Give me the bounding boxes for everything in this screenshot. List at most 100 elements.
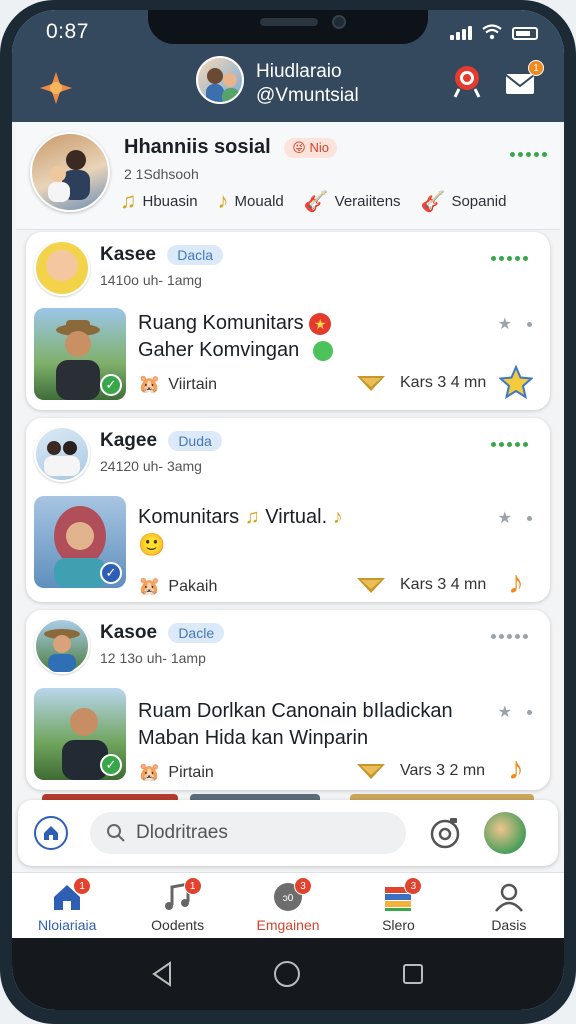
music-button[interactable]: ♪ bbox=[498, 564, 534, 600]
tab-home[interactable]: 1 Nloiariaia bbox=[12, 873, 122, 938]
post-text-line1b: Virtual. bbox=[265, 506, 328, 528]
post-image[interactable]: ✓ bbox=[34, 496, 126, 588]
status-time: 0:87 bbox=[46, 20, 89, 43]
post-footer-time: Kars 3 4 mn bbox=[400, 576, 487, 593]
profile-summary[interactable]: Hhanniis sosial 😜 Nio 2 1Sdhsooh ♫ Hbuas… bbox=[16, 122, 560, 230]
favorite-icon[interactable]: ★ bbox=[498, 314, 512, 334]
music-button[interactable]: ♪ bbox=[498, 750, 534, 786]
gold-chevron-icon bbox=[357, 578, 385, 593]
post-more-icon[interactable] bbox=[491, 634, 528, 639]
tab-label: Slero bbox=[382, 917, 415, 933]
recents-icon[interactable] bbox=[401, 962, 425, 986]
messages-button[interactable]: 1 bbox=[502, 60, 544, 102]
chip-label: Mouald bbox=[234, 192, 284, 210]
post-more-icon[interactable] bbox=[491, 442, 528, 447]
chip-guitar-2[interactable]: 🎸 Sopanid bbox=[421, 188, 507, 214]
music-notes-icon: 1 bbox=[162, 877, 202, 913]
header-title: Hiudlaraio @Vmuntsial bbox=[256, 60, 359, 108]
phone-frame: 0:87 Hiudlaraio @Vmuntsial 1 Hhanniis so… bbox=[0, 0, 576, 1024]
chat-bubble-icon: ↄ0 3 bbox=[272, 877, 313, 913]
app-logo-icon[interactable] bbox=[38, 70, 74, 106]
post-author[interactable]: Kagee Duda bbox=[100, 430, 222, 452]
post-more-icon[interactable] bbox=[491, 256, 528, 261]
emoji-icon: 😜 bbox=[292, 139, 306, 155]
tab-profile[interactable]: Dasis bbox=[454, 873, 564, 938]
post-avatar[interactable] bbox=[34, 240, 90, 296]
bear-icon: 🐹 bbox=[138, 762, 161, 782]
search-input[interactable]: Dlodritraes bbox=[90, 812, 406, 854]
green-chat-icon bbox=[312, 340, 333, 361]
header-handle: @Vmuntsial bbox=[256, 85, 359, 106]
options-dot-icon[interactable] bbox=[527, 516, 532, 521]
profile-avatar[interactable] bbox=[30, 132, 110, 212]
post-tag: Duda bbox=[168, 430, 222, 451]
camera-icon[interactable] bbox=[428, 816, 462, 850]
post-tag: Dacla bbox=[167, 244, 224, 265]
profile-more-icon[interactable] bbox=[510, 152, 547, 157]
post-text-line1: Ruang Komunitars bbox=[138, 312, 304, 334]
chip-music-1[interactable]: ♫ Hbuasin bbox=[120, 188, 198, 214]
music-note-icon: ♪ bbox=[508, 563, 524, 600]
screen: 0:87 Hiudlaraio @Vmuntsial 1 Hhanniis so… bbox=[12, 10, 564, 1010]
verified-check-icon: ✓ bbox=[100, 374, 122, 396]
header-avatar[interactable] bbox=[196, 56, 244, 104]
profile-tag-text: Nio bbox=[309, 139, 329, 155]
favorite-icon[interactable]: ★ bbox=[498, 508, 512, 528]
smiley-icon: 🙂 bbox=[138, 532, 166, 557]
chip-music-2[interactable]: ♪ Mouald bbox=[218, 188, 284, 214]
post-footer-time: Kars 3 4 mn bbox=[400, 374, 487, 391]
post-card[interactable]: Kasee Dacla 1410o uh- 1amg ✓ Ruang Komun… bbox=[26, 232, 550, 410]
guitar-icon: 🎸 bbox=[420, 190, 446, 213]
verified-check-icon: ✓ bbox=[100, 562, 122, 584]
star-button[interactable] bbox=[498, 364, 534, 400]
gold-chevron-icon bbox=[357, 376, 385, 391]
post-footer-mid: Vars 3 2 mn bbox=[356, 762, 485, 780]
bear-icon: 🐹 bbox=[138, 576, 161, 596]
post-image[interactable]: ✓ bbox=[34, 308, 126, 400]
tab-label: Nloiariaia bbox=[38, 917, 97, 933]
profile-subtitle: 2 1Sdhsooh bbox=[124, 166, 199, 182]
location-pin-icon bbox=[453, 66, 481, 98]
post-avatar[interactable] bbox=[34, 618, 90, 674]
location-button[interactable] bbox=[448, 62, 486, 100]
options-dot-icon[interactable] bbox=[527, 322, 532, 327]
post-footer-left: 🐹 Pakaih bbox=[138, 576, 217, 597]
post-text: Ruam Dorlkan Canonain bIladickan Maban H… bbox=[138, 698, 453, 752]
tab-label: Dasis bbox=[491, 917, 527, 933]
profile-name-text: Hhanniis sosial bbox=[124, 136, 271, 158]
home-icon bbox=[44, 826, 58, 840]
home-circle-icon[interactable] bbox=[272, 959, 302, 989]
mail-badge: 1 bbox=[528, 60, 544, 76]
tab-events[interactable]: 1 Oodents bbox=[122, 873, 232, 938]
red-star-badge-icon: ★ bbox=[309, 312, 332, 335]
verified-check-icon: ✓ bbox=[100, 754, 122, 776]
post-footer-left: 🐹 Viirtain bbox=[138, 374, 217, 395]
search-placeholder: Dlodritraes bbox=[136, 822, 228, 843]
post-meta: 12 13o uh- 1amp bbox=[100, 650, 206, 666]
favorite-icon[interactable]: ★ bbox=[498, 702, 512, 722]
tab-badge: 3 bbox=[404, 877, 423, 895]
post-text: Komunitars ♫ Virtual. ♪ 🙂 bbox=[138, 504, 343, 560]
post-avatar[interactable] bbox=[34, 426, 90, 482]
post-card[interactable]: Kasoe Dacle 12 13o uh- 1amp ✓ Ruam Dorlk… bbox=[26, 610, 550, 790]
post-author[interactable]: Kasoe Dacle bbox=[100, 622, 225, 644]
user-avatar[interactable] bbox=[484, 812, 526, 854]
person-icon bbox=[493, 881, 525, 913]
post-card[interactable]: Kagee Duda 24120 uh- 3amg ✓ Komunitars ♫… bbox=[26, 418, 550, 602]
post-footer-label: Pakaih bbox=[168, 577, 218, 595]
post-image[interactable]: ✓ bbox=[34, 688, 126, 780]
chip-guitar-1[interactable]: 🎸 Veraiitens bbox=[304, 188, 401, 214]
post-text-line1: Ruam Dorlkan Canonain bIladickan bbox=[138, 700, 453, 722]
bottom-nav: 1 Nloiariaia 1 Oodents ↄ0 3 Emgainen 3 S… bbox=[12, 872, 564, 938]
search-icon bbox=[107, 824, 125, 842]
guitar-icon: 🎸 bbox=[303, 190, 329, 213]
tab-chat[interactable]: ↄ0 3 Emgainen bbox=[233, 873, 343, 938]
battery-icon bbox=[512, 27, 538, 40]
home-shortcut-button[interactable] bbox=[34, 816, 68, 850]
tab-store[interactable]: 3 Slero bbox=[343, 873, 453, 938]
tab-badge: 1 bbox=[183, 877, 202, 895]
home-icon: 1 bbox=[51, 877, 92, 913]
back-icon[interactable] bbox=[151, 961, 173, 987]
post-author[interactable]: Kasee Dacla bbox=[100, 244, 224, 266]
options-dot-icon[interactable] bbox=[527, 710, 532, 715]
